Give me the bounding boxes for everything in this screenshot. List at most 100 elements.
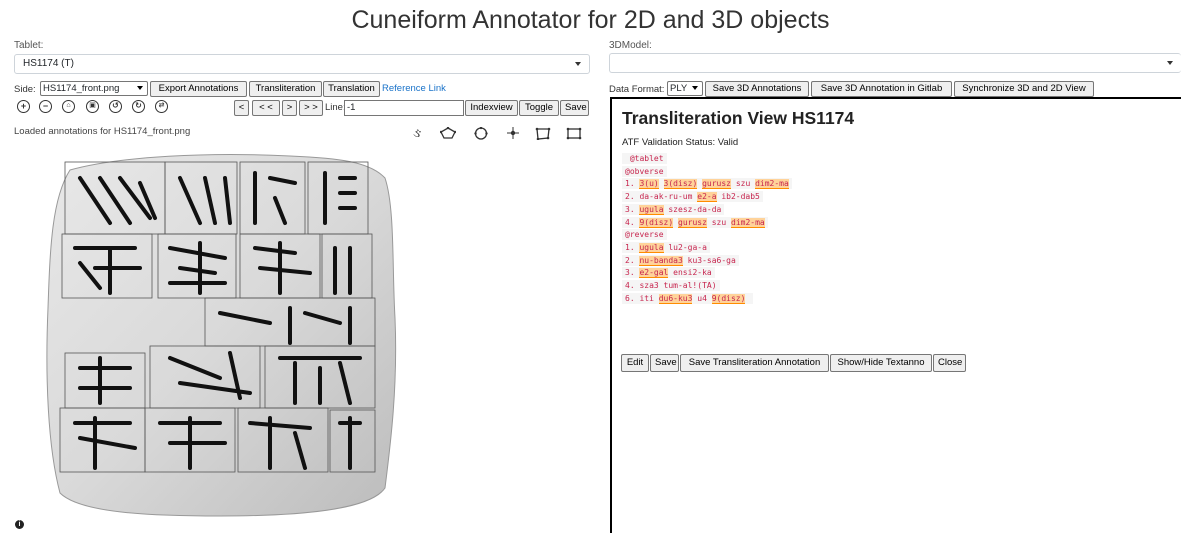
model-label: 3DModel: bbox=[609, 40, 652, 51]
save-button[interactable]: Save bbox=[560, 100, 589, 116]
zoom-out-icon[interactable]: − bbox=[39, 100, 52, 113]
point-tool-icon[interactable] bbox=[507, 127, 519, 139]
atf-text-segment: u4 bbox=[692, 293, 712, 303]
indexview-button[interactable]: Indexview bbox=[465, 100, 518, 116]
annotated-token[interactable]: 9(disz) bbox=[639, 217, 674, 228]
atf-line: 4. sza3 tum-al!(TA) bbox=[622, 280, 720, 291]
format-select-value: PLY bbox=[670, 83, 688, 94]
atf-text-segment: 3. bbox=[625, 204, 640, 214]
save-transliteration-button[interactable]: Save bbox=[650, 354, 679, 372]
atf-line: 6. iti du6-ku3 u4 9(disz) bbox=[622, 292, 754, 304]
info-icon[interactable]: i bbox=[15, 520, 24, 529]
last-button[interactable]: > > bbox=[299, 100, 323, 116]
annotated-token[interactable]: gurusz bbox=[678, 217, 707, 228]
flip-icon[interactable]: ⇄ bbox=[155, 100, 168, 113]
transliteration-panel bbox=[610, 97, 1181, 533]
annotated-token[interactable]: dim2-ma bbox=[731, 217, 765, 228]
edit-button[interactable]: Edit bbox=[621, 354, 649, 372]
chevron-down-icon bbox=[575, 62, 581, 66]
close-button[interactable]: Close bbox=[933, 354, 966, 372]
prev-button[interactable]: < bbox=[234, 100, 249, 116]
annotated-token[interactable]: gurusz bbox=[702, 179, 731, 190]
atf-line: 1. ugula lu2-ga-a bbox=[622, 241, 710, 253]
atf-line: 1. 3(u) 3(disz) gurusz szu dim2-ma bbox=[622, 178, 792, 190]
atf-text-segment: 1. bbox=[625, 179, 640, 189]
annotated-token[interactable]: 9(disz) bbox=[711, 293, 746, 304]
atf-text-segment: 2. bbox=[625, 255, 640, 265]
atf-line: @tablet bbox=[622, 153, 667, 164]
lasso-tool-icon[interactable]: ઙ bbox=[413, 125, 421, 141]
show-hide-textanno-button[interactable]: Show/Hide Textanno bbox=[830, 354, 932, 372]
chevron-down-icon bbox=[692, 86, 698, 90]
atf-text-segment: @tablet bbox=[625, 154, 664, 163]
transliteration-view-title: Transliteration View HS1174 bbox=[622, 108, 855, 128]
tablet-label: Tablet: bbox=[14, 40, 44, 51]
atf-text-segment: szesz-da-da bbox=[663, 204, 722, 214]
side-label: Side: bbox=[14, 84, 36, 95]
format-select[interactable]: PLY bbox=[667, 81, 703, 96]
synchronize-views-button[interactable]: Synchronize 3D and 2D View bbox=[954, 81, 1094, 97]
atf-line: 2. nu-banda3 ku3-sa6-ga bbox=[622, 254, 739, 266]
transliteration-button[interactable]: Transliteration bbox=[249, 81, 322, 97]
atf-text-segment: 1. bbox=[625, 242, 640, 252]
model-select[interactable] bbox=[609, 53, 1181, 73]
annotated-token[interactable]: dim2-ma bbox=[755, 179, 789, 190]
freehand-box-tool-icon[interactable] bbox=[535, 127, 551, 140]
chevron-down-icon bbox=[137, 86, 143, 90]
atf-line: 3. e2-gal ensi2-ka bbox=[622, 267, 715, 279]
annotated-token[interactable]: du6-ku3 bbox=[658, 293, 693, 304]
atf-line: 3. ugula szesz-da-da bbox=[622, 203, 725, 215]
export-annotations-button[interactable]: Export Annotations bbox=[150, 81, 247, 97]
annotated-token[interactable]: 3(disz) bbox=[663, 179, 698, 190]
polygon-tool-icon[interactable] bbox=[440, 127, 456, 139]
reference-link[interactable]: Reference Link bbox=[382, 83, 446, 94]
rotate-left-icon[interactable]: ↺ bbox=[109, 100, 122, 113]
annotated-token[interactable]: e2-gal bbox=[639, 268, 669, 279]
atf-line: 2. da-ak-ru-um e2-a ib2-dab5 bbox=[622, 191, 763, 203]
annotated-token[interactable]: 3(u) bbox=[639, 179, 659, 190]
atf-text-segment: ku3-sa6-ga bbox=[682, 255, 736, 265]
save-3d-gitlab-button[interactable]: Save 3D Annotation in Gitlab bbox=[811, 81, 952, 97]
tablet-image[interactable] bbox=[40, 148, 410, 523]
atf-text-segment: lu2-ga-a bbox=[663, 242, 707, 252]
annotated-token[interactable]: nu-banda3 bbox=[639, 255, 683, 266]
translation-button[interactable]: Translation bbox=[323, 81, 380, 97]
home-icon[interactable]: ⌂ bbox=[62, 100, 75, 113]
rectangle-tool-icon[interactable] bbox=[566, 127, 582, 140]
fullpage-icon[interactable]: ▣ bbox=[86, 100, 99, 113]
atf-text-segment: 3. bbox=[625, 268, 640, 278]
annotated-token[interactable]: e2-a bbox=[697, 192, 717, 203]
tablet-select-value: HS1174 (T) bbox=[23, 58, 74, 69]
line-input[interactable]: -1 bbox=[344, 100, 464, 116]
atf-text-segment: ensi2-ka bbox=[668, 268, 712, 278]
save-3d-annotations-button[interactable]: Save 3D Annotations bbox=[705, 81, 809, 97]
annotated-token[interactable]: ugula bbox=[639, 204, 664, 215]
atf-text-segment bbox=[659, 179, 664, 188]
atf-text-segment: @reverse bbox=[625, 230, 664, 240]
atf-text-segment: szu bbox=[731, 179, 756, 189]
zoom-in-icon[interactable]: + bbox=[17, 100, 30, 113]
atf-line: @reverse bbox=[622, 229, 667, 241]
chevron-down-icon bbox=[1167, 61, 1173, 65]
page-title: Cuneiform Annotator for 2D and 3D object… bbox=[351, 6, 830, 34]
atf-line: @obverse bbox=[622, 165, 667, 177]
line-label: Line: bbox=[325, 102, 346, 113]
atf-text-segment bbox=[745, 294, 750, 303]
status-text: Loaded annotations for HS1174_front.png bbox=[14, 126, 191, 137]
annotated-token[interactable]: ugula bbox=[639, 242, 664, 253]
atf-line: 4. 9(disz) gurusz szu dim2-ma bbox=[622, 216, 768, 228]
tablet-select[interactable]: HS1174 (T) bbox=[14, 54, 590, 74]
save-transliteration-annotation-button[interactable]: Save Transliteration Annotation bbox=[680, 354, 829, 372]
atf-text-segment: 6. iti bbox=[625, 293, 659, 303]
atf-text-segment: szu bbox=[706, 217, 731, 227]
circle-tool-icon[interactable] bbox=[474, 127, 488, 140]
atf-text-segment: @obverse bbox=[625, 166, 664, 176]
atf-text-segment: 2. da-ak-ru-um bbox=[625, 192, 698, 202]
rotate-right-icon[interactable]: ↻ bbox=[132, 100, 145, 113]
atf-status: ATF Validation Status: Valid bbox=[622, 137, 739, 148]
atf-text-segment: 4. sza3 tum-al!(TA) bbox=[625, 281, 717, 290]
toggle-button[interactable]: Toggle bbox=[519, 100, 559, 116]
side-select[interactable]: HS1174_front.png bbox=[40, 81, 148, 96]
next-button[interactable]: > bbox=[282, 100, 297, 116]
first-button[interactable]: < < bbox=[252, 100, 280, 116]
